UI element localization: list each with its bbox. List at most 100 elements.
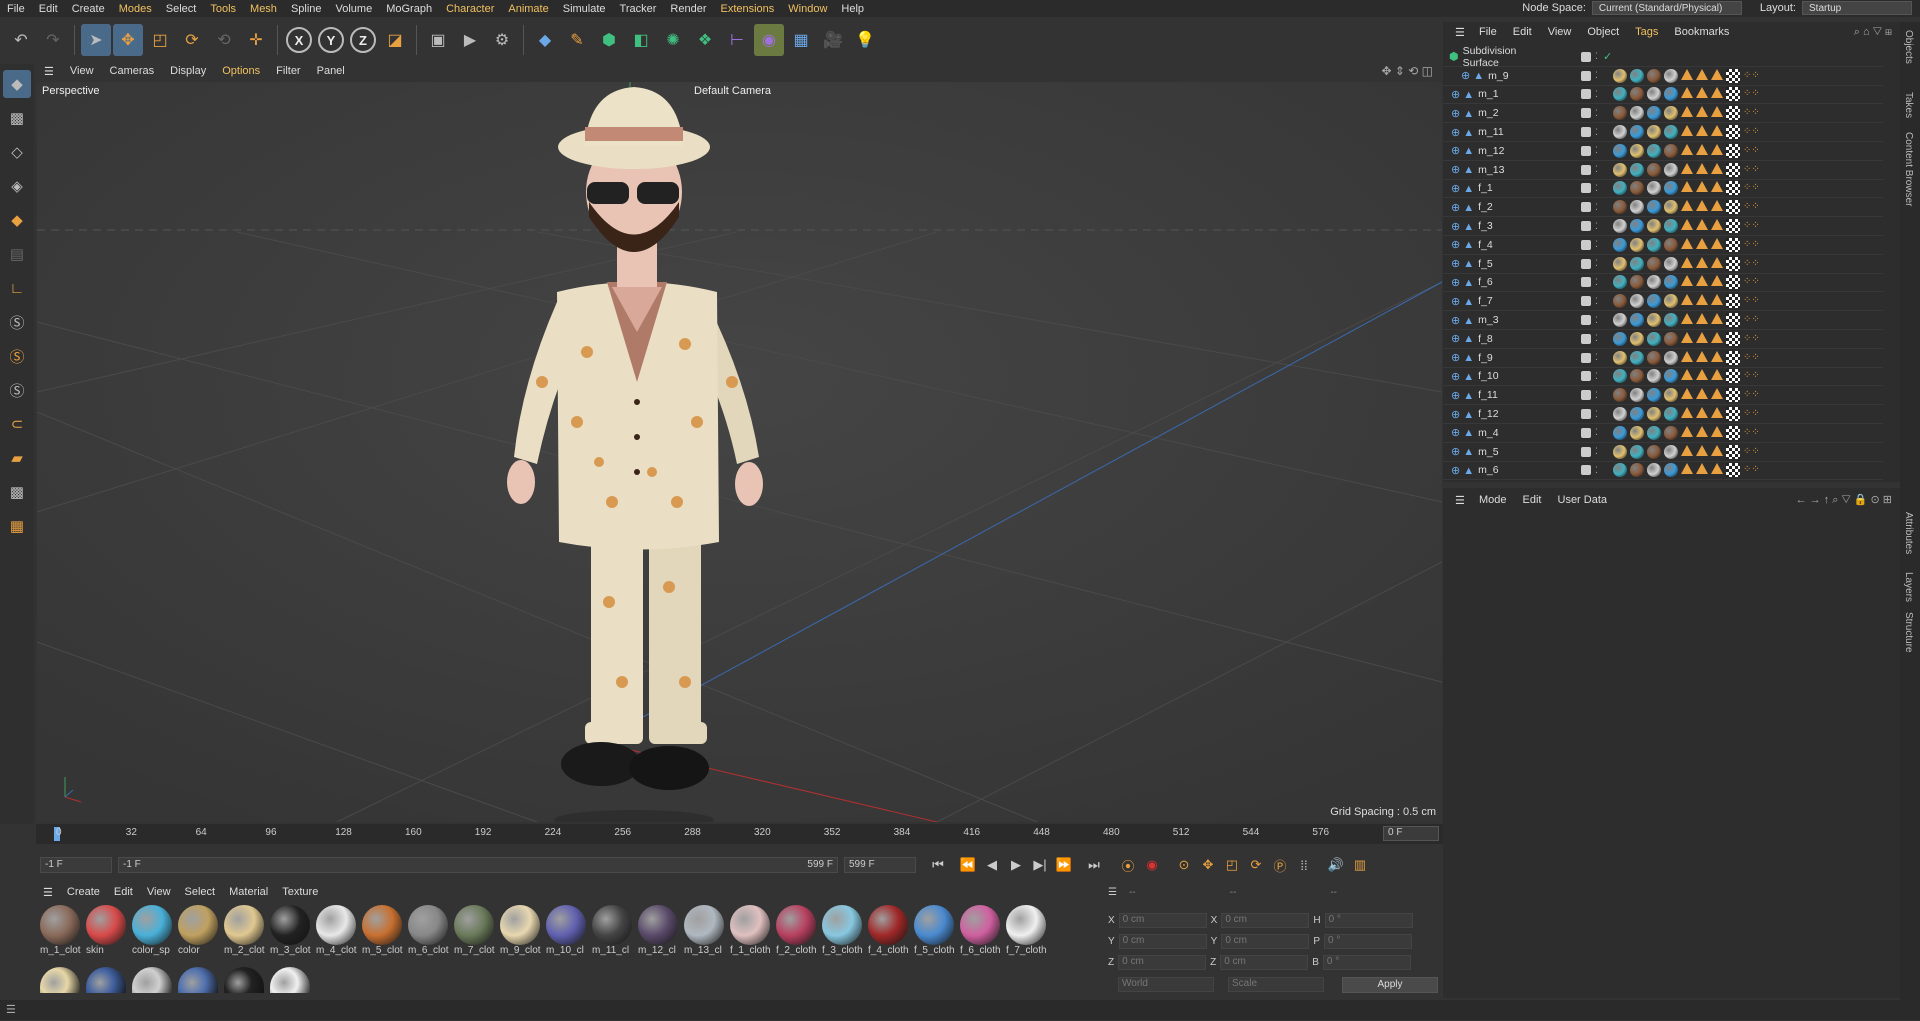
obj-menu-bookmarks[interactable]: Bookmarks	[1666, 26, 1737, 38]
obj-menu-file[interactable]: File	[1471, 26, 1505, 38]
material-swatch[interactable]: f_6_cloth	[960, 905, 1002, 959]
visibility-toggle[interactable]	[1581, 446, 1591, 457]
phong-tag-icon[interactable]	[1696, 87, 1708, 99]
layer-dots-icon[interactable]: ⁚	[1595, 409, 1598, 420]
menu-edit[interactable]: Edit	[32, 3, 65, 15]
visibility-toggle[interactable]	[1581, 145, 1591, 156]
material-tag-icon[interactable]	[1613, 87, 1627, 102]
layer-dots-icon[interactable]: ⁚	[1595, 51, 1598, 62]
enabled-check-icon[interactable]: ✓	[1603, 50, 1612, 63]
selection-tag-icon[interactable]: ⁘⁘	[1743, 388, 1760, 402]
camera-label[interactable]: Default Camera	[694, 85, 771, 97]
material-tag-icon[interactable]	[1613, 219, 1627, 234]
phong-tag-icon[interactable]	[1711, 444, 1723, 456]
phong-tag-icon[interactable]	[1711, 275, 1723, 287]
uvw-tag-icon[interactable]	[1726, 444, 1740, 459]
sound-icon[interactable]: 🔊	[1324, 854, 1348, 876]
menu-mesh[interactable]: Mesh	[243, 3, 284, 15]
render-view-icon[interactable]: ▶	[455, 24, 485, 56]
phong-tag-icon[interactable]	[1711, 350, 1723, 362]
uvw-tag-icon[interactable]	[1726, 407, 1740, 422]
uvw-tag-icon[interactable]	[1726, 143, 1740, 158]
layer-dots-icon[interactable]: ⁚	[1595, 258, 1598, 269]
z-axis-lock-icon[interactable]: Z	[350, 27, 376, 53]
key-position-icon[interactable]: ⊙	[1172, 854, 1196, 876]
phong-tag-icon[interactable]	[1681, 425, 1693, 437]
material-tag-icon[interactable]	[1647, 313, 1661, 328]
menu-volume[interactable]: Volume	[329, 3, 380, 15]
material-tag-icon[interactable]	[1647, 425, 1661, 440]
tab-content-browser[interactable]: Content Browser	[1903, 132, 1914, 206]
material-tag-icon[interactable]	[1647, 68, 1661, 83]
material-swatch[interactable]: m_13_cl	[684, 905, 726, 959]
material-tag-icon[interactable]	[1613, 68, 1627, 83]
material-tag-icon[interactable]	[1613, 463, 1627, 478]
y-axis-lock-icon[interactable]: Y	[318, 27, 344, 53]
size-z-field[interactable]: 0 cm	[1220, 955, 1309, 970]
phong-tag-icon[interactable]	[1711, 425, 1723, 437]
material-tag-icon[interactable]	[1613, 162, 1627, 177]
preview-range-slider[interactable]: -1 F 599 F	[118, 857, 838, 873]
position-x-field[interactable]: 0 cm	[1118, 913, 1207, 928]
material-tag-icon[interactable]	[1613, 106, 1627, 121]
status-menu-icon[interactable]: ☰	[6, 1003, 16, 1016]
tab-structure[interactable]: Structure	[1903, 612, 1914, 653]
material-tag-icon[interactable]	[1647, 200, 1661, 215]
object-row[interactable]: ⊕ ▲ f_2 ⁚ ⁘⁘	[1443, 198, 1883, 218]
vp-menu-options[interactable]: Options	[214, 65, 268, 77]
uvw-tag-icon[interactable]	[1726, 388, 1740, 403]
phong-tag-icon[interactable]	[1711, 313, 1723, 325]
visibility-toggle[interactable]	[1581, 51, 1591, 62]
selection-tag-icon[interactable]: ⁘⁘	[1743, 181, 1760, 195]
selection-tag-icon[interactable]: ⁘⁘	[1743, 257, 1760, 271]
uvw-tag-icon[interactable]	[1726, 463, 1740, 478]
phong-tag-icon[interactable]	[1696, 388, 1708, 400]
object-row[interactable]: ⊕ ▲ m_5 ⁚ ⁘⁘	[1443, 443, 1883, 462]
material-tag-icon[interactable]	[1630, 237, 1644, 252]
object-row[interactable]: ⊕ ▲ m_13 ⁚ ⁘⁘	[1443, 161, 1883, 180]
material-tag-icon[interactable]	[1647, 87, 1661, 102]
cube-icon[interactable]: ◆	[530, 24, 560, 56]
material-tag-icon[interactable]	[1647, 463, 1661, 478]
uvw-tag-icon[interactable]	[1726, 219, 1740, 234]
solo-off-icon[interactable]: Ⓢ	[3, 376, 31, 404]
move-tool-icon[interactable]: ✥	[113, 24, 143, 56]
viewport-perspective[interactable]: Perspective Default Camera Grid Spacing …	[37, 82, 1442, 822]
obj-menu-object[interactable]: Object	[1579, 26, 1627, 38]
material-tag-icon[interactable]	[1630, 200, 1644, 215]
material-tag-icon[interactable]	[1664, 237, 1678, 252]
selection-tag-icon[interactable]: ⁘⁘	[1743, 275, 1760, 289]
menu-modes[interactable]: Modes	[112, 3, 159, 15]
phong-tag-icon[interactable]	[1696, 181, 1708, 193]
phong-tag-icon[interactable]	[1681, 125, 1693, 137]
phong-tag-icon[interactable]	[1696, 425, 1708, 437]
material-tag-icon[interactable]	[1613, 388, 1627, 403]
phong-tag-icon[interactable]	[1711, 68, 1723, 80]
x-axis-lock-icon[interactable]: X	[286, 27, 312, 53]
selection-tag-icon[interactable]: ⁘⁘	[1743, 238, 1760, 252]
material-tag-icon[interactable]	[1630, 125, 1644, 140]
material-tag-icon[interactable]	[1664, 313, 1678, 328]
material-tag-icon[interactable]	[1630, 68, 1644, 83]
camera-icon[interactable]: 🎥	[818, 24, 848, 56]
pen-icon[interactable]: ✎	[562, 24, 592, 56]
phong-tag-icon[interactable]	[1711, 219, 1723, 231]
material-tag-icon[interactable]	[1630, 350, 1644, 365]
material-tag-icon[interactable]	[1630, 463, 1644, 478]
phong-tag-icon[interactable]	[1681, 463, 1693, 475]
selection-tag-icon[interactable]: ⁘⁘	[1743, 219, 1760, 233]
layer-dots-icon[interactable]: ⁚	[1595, 108, 1598, 119]
uvw-tag-icon[interactable]	[1726, 68, 1740, 83]
phong-tag-icon[interactable]	[1681, 143, 1693, 155]
material-tag-icon[interactable]	[1647, 369, 1661, 384]
prev-key-icon[interactable]: ⏪	[956, 854, 980, 876]
visibility-toggle[interactable]	[1581, 465, 1591, 476]
material-tag-icon[interactable]	[1664, 200, 1678, 215]
phong-tag-icon[interactable]	[1696, 294, 1708, 306]
attr-menu-userdata[interactable]: User Data	[1550, 494, 1616, 506]
phong-tag-icon[interactable]	[1711, 87, 1723, 99]
material-tag-icon[interactable]	[1664, 463, 1678, 478]
selection-tag-icon[interactable]: ⁘⁘	[1743, 369, 1760, 383]
menu-file[interactable]: File	[0, 3, 32, 15]
material-tag-icon[interactable]	[1664, 162, 1678, 177]
